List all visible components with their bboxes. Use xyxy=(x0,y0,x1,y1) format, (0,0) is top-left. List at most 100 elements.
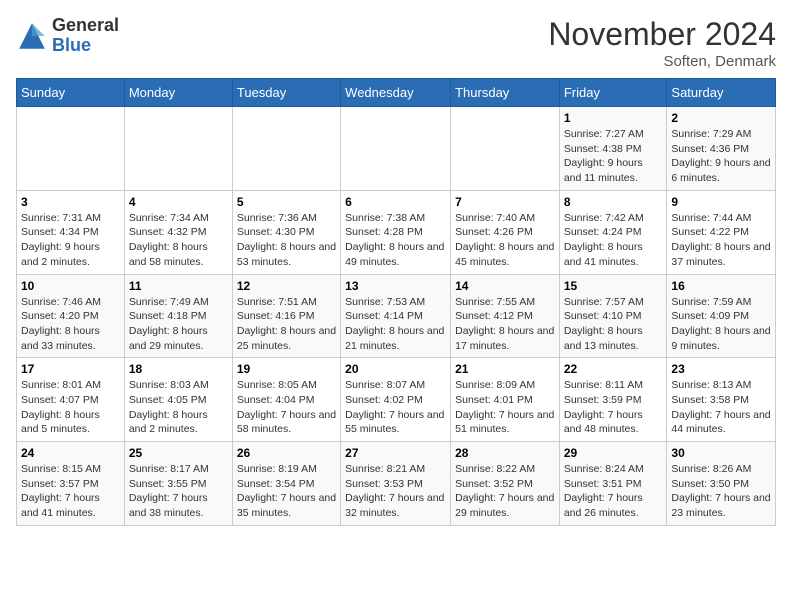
day-info: Sunrise: 8:03 AMSunset: 4:05 PMDaylight:… xyxy=(129,378,228,437)
day-cell: 11 Sunrise: 7:49 AMSunset: 4:18 PMDayligh… xyxy=(124,274,232,358)
day-info: Sunrise: 7:51 AMSunset: 4:16 PMDaylight:… xyxy=(237,295,336,354)
column-header-wednesday: Wednesday xyxy=(341,79,451,107)
day-number: 30 xyxy=(671,446,771,460)
day-info: Sunrise: 7:31 AMSunset: 4:34 PMDaylight:… xyxy=(21,211,120,270)
day-cell: 27 Sunrise: 8:21 AMSunset: 3:53 PMDayligh… xyxy=(341,442,451,526)
day-info: Sunrise: 8:26 AMSunset: 3:50 PMDaylight:… xyxy=(671,462,771,521)
day-info: Sunrise: 8:13 AMSunset: 3:58 PMDaylight:… xyxy=(671,378,771,437)
day-info: Sunrise: 7:57 AMSunset: 4:10 PMDaylight:… xyxy=(564,295,663,354)
day-cell: 4 Sunrise: 7:34 AMSunset: 4:32 PMDaylight… xyxy=(124,190,232,274)
day-number: 18 xyxy=(129,362,228,376)
day-cell: 17 Sunrise: 8:01 AMSunset: 4:07 PMDayligh… xyxy=(17,358,125,442)
day-cell: 30 Sunrise: 8:26 AMSunset: 3:50 PMDayligh… xyxy=(667,442,776,526)
column-header-thursday: Thursday xyxy=(451,79,560,107)
day-number: 14 xyxy=(455,279,555,293)
day-cell: 15 Sunrise: 7:57 AMSunset: 4:10 PMDayligh… xyxy=(559,274,667,358)
day-number: 5 xyxy=(237,195,336,209)
day-number: 11 xyxy=(129,279,228,293)
day-cell: 16Sunrise: 7:59 AMSunset: 4:09 PMDayligh… xyxy=(667,274,776,358)
day-info: Sunrise: 7:29 AMSunset: 4:36 PMDaylight:… xyxy=(671,127,771,186)
day-number: 10 xyxy=(21,279,120,293)
day-info: Sunrise: 7:46 AMSunset: 4:20 PMDaylight:… xyxy=(21,295,120,354)
day-number: 6 xyxy=(345,195,446,209)
logo-icon xyxy=(16,20,48,52)
day-info: Sunrise: 7:55 AMSunset: 4:12 PMDaylight:… xyxy=(455,295,555,354)
day-cell xyxy=(341,107,451,191)
logo-general-text: General xyxy=(52,16,119,36)
day-cell: 3 Sunrise: 7:31 AMSunset: 4:34 PMDaylight… xyxy=(17,190,125,274)
week-row-4: 17 Sunrise: 8:01 AMSunset: 4:07 PMDayligh… xyxy=(17,358,776,442)
day-cell: 13 Sunrise: 7:53 AMSunset: 4:14 PMDayligh… xyxy=(341,274,451,358)
header: General Blue November 2024 Soften, Denma… xyxy=(16,16,776,70)
day-cell: 14 Sunrise: 7:55 AMSunset: 4:12 PMDayligh… xyxy=(451,274,560,358)
day-number: 15 xyxy=(564,279,663,293)
week-row-2: 3 Sunrise: 7:31 AMSunset: 4:34 PMDaylight… xyxy=(17,190,776,274)
day-cell xyxy=(124,107,232,191)
day-info: Sunrise: 7:49 AMSunset: 4:18 PMDaylight:… xyxy=(129,295,228,354)
day-cell: 6Sunrise: 7:38 AMSunset: 4:28 PMDaylight… xyxy=(341,190,451,274)
column-header-sunday: Sunday xyxy=(17,79,125,107)
logo-blue-text: Blue xyxy=(52,36,119,56)
day-info: Sunrise: 8:24 AMSunset: 3:51 PMDaylight:… xyxy=(564,462,663,521)
day-number: 17 xyxy=(21,362,120,376)
day-info: Sunrise: 8:01 AMSunset: 4:07 PMDaylight:… xyxy=(21,378,120,437)
day-cell: 25 Sunrise: 8:17 AMSunset: 3:55 PMDayligh… xyxy=(124,442,232,526)
day-cell: 2 Sunrise: 7:29 AMSunset: 4:36 PMDaylight… xyxy=(667,107,776,191)
logo: General Blue xyxy=(16,16,119,56)
day-number: 27 xyxy=(345,446,446,460)
calendar-header: SundayMondayTuesdayWednesdayThursdayFrid… xyxy=(17,79,776,107)
day-cell: 26 Sunrise: 8:19 AMSunset: 3:54 PMDayligh… xyxy=(232,442,340,526)
day-info: Sunrise: 8:05 AMSunset: 4:04 PMDaylight:… xyxy=(237,378,336,437)
day-number: 13 xyxy=(345,279,446,293)
day-number: 9 xyxy=(671,195,771,209)
day-cell: 5Sunrise: 7:36 AMSunset: 4:30 PMDaylight… xyxy=(232,190,340,274)
day-cell: 28 Sunrise: 8:22 AMSunset: 3:52 PMDayligh… xyxy=(451,442,560,526)
day-info: Sunrise: 8:17 AMSunset: 3:55 PMDaylight:… xyxy=(129,462,228,521)
day-number: 4 xyxy=(129,195,228,209)
day-number: 7 xyxy=(455,195,555,209)
day-info: Sunrise: 7:53 AMSunset: 4:14 PMDaylight:… xyxy=(345,295,446,354)
day-info: Sunrise: 8:21 AMSunset: 3:53 PMDaylight:… xyxy=(345,462,446,521)
week-row-3: 10 Sunrise: 7:46 AMSunset: 4:20 PMDayligh… xyxy=(17,274,776,358)
day-info: Sunrise: 7:34 AMSunset: 4:32 PMDaylight:… xyxy=(129,211,228,270)
day-number: 2 xyxy=(671,111,771,125)
day-info: Sunrise: 8:11 AMSunset: 3:59 PMDaylight:… xyxy=(564,378,663,437)
column-header-saturday: Saturday xyxy=(667,79,776,107)
day-number: 8 xyxy=(564,195,663,209)
day-info: Sunrise: 8:15 AMSunset: 3:57 PMDaylight:… xyxy=(21,462,120,521)
day-number: 20 xyxy=(345,362,446,376)
day-number: 29 xyxy=(564,446,663,460)
day-number: 3 xyxy=(21,195,120,209)
day-number: 19 xyxy=(237,362,336,376)
day-number: 21 xyxy=(455,362,555,376)
day-info: Sunrise: 7:27 AMSunset: 4:38 PMDaylight:… xyxy=(564,127,663,186)
day-info: Sunrise: 8:22 AMSunset: 3:52 PMDaylight:… xyxy=(455,462,555,521)
day-cell: 24 Sunrise: 8:15 AMSunset: 3:57 PMDayligh… xyxy=(17,442,125,526)
location-subtitle: Soften, Denmark xyxy=(548,53,776,70)
day-cell xyxy=(232,107,340,191)
day-number: 24 xyxy=(21,446,120,460)
day-cell: 7Sunrise: 7:40 AMSunset: 4:26 PMDaylight… xyxy=(451,190,560,274)
title-area: November 2024 Soften, Denmark xyxy=(548,16,776,70)
day-info: Sunrise: 8:07 AMSunset: 4:02 PMDaylight:… xyxy=(345,378,446,437)
day-cell: 19 Sunrise: 8:05 AMSunset: 4:04 PMDayligh… xyxy=(232,358,340,442)
day-info: Sunrise: 8:09 AMSunset: 4:01 PMDaylight:… xyxy=(455,378,555,437)
day-info: Sunrise: 7:44 AMSunset: 4:22 PMDaylight:… xyxy=(671,211,771,270)
column-header-tuesday: Tuesday xyxy=(232,79,340,107)
day-number: 12 xyxy=(237,279,336,293)
day-cell: 12 Sunrise: 7:51 AMSunset: 4:16 PMDayligh… xyxy=(232,274,340,358)
day-cell: 10 Sunrise: 7:46 AMSunset: 4:20 PMDayligh… xyxy=(17,274,125,358)
day-info: Sunrise: 7:59 AMSunset: 4:09 PMDaylight:… xyxy=(671,295,771,354)
day-number: 25 xyxy=(129,446,228,460)
day-number: 26 xyxy=(237,446,336,460)
day-info: Sunrise: 7:42 AMSunset: 4:24 PMDaylight:… xyxy=(564,211,663,270)
day-cell: 21 Sunrise: 8:09 AMSunset: 4:01 PMDayligh… xyxy=(451,358,560,442)
day-cell xyxy=(451,107,560,191)
column-header-monday: Monday xyxy=(124,79,232,107)
column-header-friday: Friday xyxy=(559,79,667,107)
day-cell: 8 Sunrise: 7:42 AMSunset: 4:24 PMDaylight… xyxy=(559,190,667,274)
day-number: 28 xyxy=(455,446,555,460)
header-row: SundayMondayTuesdayWednesdayThursdayFrid… xyxy=(17,79,776,107)
day-cell: 23Sunrise: 8:13 AMSunset: 3:58 PMDayligh… xyxy=(667,358,776,442)
day-info: Sunrise: 8:19 AMSunset: 3:54 PMDaylight:… xyxy=(237,462,336,521)
